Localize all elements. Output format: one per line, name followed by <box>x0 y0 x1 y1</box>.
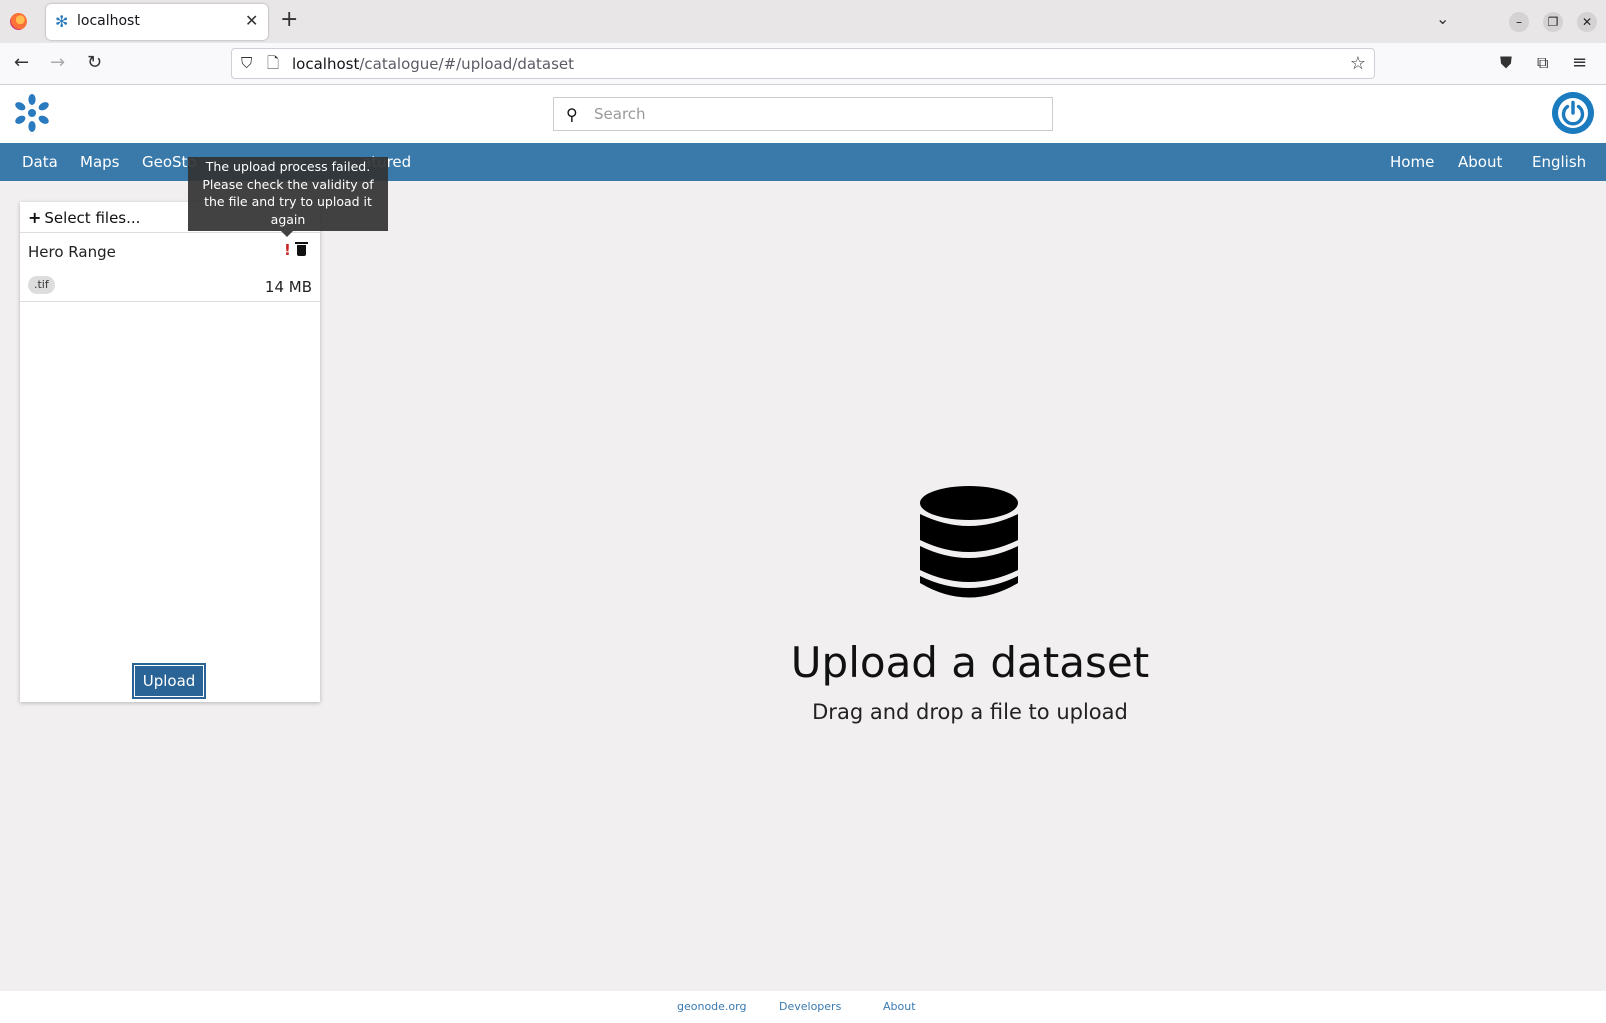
url-text[interactable]: localhost/catalogue/#/upload/dataset <box>292 55 574 73</box>
menu-item-maps[interactable]: Maps <box>80 153 119 171</box>
shield-icon[interactable]: ⛉ <box>241 54 252 72</box>
menu-item-data[interactable]: Data <box>22 153 58 171</box>
pocket-icon[interactable]: ⛊ <box>1500 53 1512 73</box>
window-close-icon[interactable]: ✕ <box>1577 12 1597 32</box>
file-extension-badge: .tif <box>28 276 55 294</box>
bookmark-star-icon[interactable]: ☆ <box>1350 53 1366 74</box>
url-path: /catalogue/#/upload/dataset <box>359 55 575 73</box>
address-bar[interactable]: ⛉ 🗋 localhost/catalogue/#/upload/dataset… <box>231 48 1375 79</box>
dropzone-subtitle: Drag and drop a file to upload <box>812 700 1128 724</box>
user-power-icon[interactable] <box>1552 92 1594 134</box>
footer: geonode.org Developers About <box>0 991 1606 1023</box>
app-header: ⚲ <box>0 85 1606 143</box>
extensions-icon[interactable]: ⧉ <box>1537 53 1548 73</box>
dropzone-title: Upload a dataset <box>790 638 1150 687</box>
url-host: localhost <box>292 55 360 73</box>
forward-arrow-icon[interactable]: → <box>50 53 65 73</box>
select-files-label: Select files... <box>44 209 141 227</box>
upload-error-tooltip: The upload process failed. Please check … <box>188 157 388 237</box>
menu-item-home[interactable]: Home <box>1390 153 1434 171</box>
select-files-button[interactable]: + Select files... <box>28 208 140 227</box>
upload-button[interactable]: Upload <box>132 663 206 699</box>
page-icon[interactable]: 🗋 <box>267 53 279 78</box>
browser-nav-bar: ← → ↻ ⛉ 🗋 localhost/catalogue/#/upload/d… <box>0 43 1606 85</box>
restore-icon[interactable]: ❐ <box>1543 12 1563 32</box>
geonode-logo-icon[interactable] <box>12 93 52 133</box>
search-icon: ⚲ <box>566 105 578 124</box>
browser-tab[interactable]: ✻ localhost ✕ <box>46 4 268 40</box>
menu-item-about[interactable]: About <box>1458 153 1502 171</box>
geonode-favicon-icon: ✻ <box>55 12 69 31</box>
new-tab-icon[interactable]: + <box>280 8 298 32</box>
close-tab-icon[interactable]: ✕ <box>245 11 258 30</box>
footer-link-about[interactable]: About <box>883 1000 916 1013</box>
browser-tab-bar: ✻ localhost ✕ + ⌄ – ❐ ✕ <box>0 0 1606 43</box>
minimize-icon[interactable]: – <box>1509 12 1529 32</box>
search-box: ⚲ <box>553 97 1053 131</box>
file-size: 14 MB <box>264 278 312 296</box>
footer-link-developers[interactable]: Developers <box>779 1000 841 1013</box>
tab-title: localhost <box>77 13 140 29</box>
file-name: Hero Range <box>28 243 116 261</box>
search-input[interactable] <box>594 98 1044 130</box>
reload-icon[interactable]: ↻ <box>87 53 102 73</box>
firefox-icon[interactable] <box>10 13 27 30</box>
chevron-down-icon[interactable]: ⌄ <box>1436 9 1449 28</box>
back-arrow-icon[interactable]: ← <box>14 53 29 73</box>
database-icon <box>920 486 1018 598</box>
file-list-item: Hero Range ! .tif 14 MB <box>20 233 320 302</box>
hamburger-menu-icon[interactable]: ≡ <box>1572 53 1587 73</box>
error-exclamation-icon[interactable]: ! <box>284 241 291 259</box>
footer-link-geonode[interactable]: geonode.org <box>677 1000 746 1013</box>
trash-icon[interactable] <box>295 242 308 256</box>
upload-panel: + Select files... Hero Range ! .tif 14 MB… <box>20 202 320 702</box>
plus-icon: + <box>28 208 42 227</box>
language-selector[interactable]: English <box>1532 153 1586 171</box>
